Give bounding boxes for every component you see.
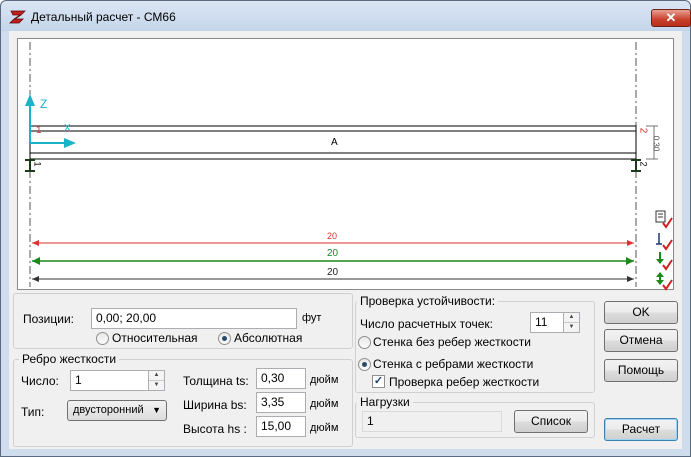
points-label: Число расчетных точек: <box>360 317 493 331</box>
positions-label: Позиции: <box>23 312 74 326</box>
spin-up-icon[interactable]: ▲ <box>564 313 579 323</box>
support-check-icon[interactable] <box>655 231 673 251</box>
check-ribs-checkbox[interactable]: ✓ <box>372 375 385 388</box>
close-button[interactable]: ✕ <box>651 9 691 27</box>
thickness-label: Толщина ts: <box>183 374 249 388</box>
loads-group-title: Нагрузки <box>357 395 413 409</box>
loads-list-button[interactable]: Список <box>514 410 588 433</box>
width-label: Ширина bs: <box>183 398 247 412</box>
beam-drawing-canvas: Z X 1 2 A 1 2 0.30 20 20 20 <box>17 38 674 291</box>
stability-group-title: Проверка устойчивости: <box>357 294 499 308</box>
ok-button[interactable]: OK <box>604 301 678 324</box>
cancel-button[interactable]: Отмена <box>604 329 678 352</box>
dimension-red-label: 20 <box>327 231 338 241</box>
node-right-label: 2 <box>638 161 649 167</box>
count-spinner[interactable]: ▲ ▼ <box>149 370 165 391</box>
absolute-radio-label[interactable]: Абсолютная <box>234 331 302 345</box>
relative-radio-label[interactable]: Относительная <box>112 331 198 345</box>
depth-label: 0.30 <box>651 135 661 152</box>
dropdown-arrow-icon: ▼ <box>152 405 161 415</box>
close-icon: ✕ <box>665 10 677 25</box>
dialog-body: Z X 1 2 A 1 2 0.30 20 20 20 Позиции: 0,0… <box>9 31 682 449</box>
loads-input: 1 <box>362 411 502 432</box>
points-spinner[interactable]: ▲ ▼ <box>564 312 580 333</box>
height-input[interactable]: 15,00 <box>256 416 306 437</box>
height-label: Высота hs : <box>183 422 247 436</box>
count-label: Число: <box>21 374 59 388</box>
help-button[interactable]: Помощь <box>604 359 678 382</box>
spin-down-icon[interactable]: ▼ <box>149 381 164 390</box>
axis-x-label: X <box>64 123 71 134</box>
no-ribs-radio[interactable] <box>358 336 371 349</box>
points-input[interactable]: 11 <box>530 312 564 333</box>
node-left-label: 1 <box>32 161 43 167</box>
check-ribs-label[interactable]: Проверка ребер жесткости <box>389 375 539 389</box>
beam-app-icon <box>9 10 26 24</box>
title-bar[interactable]: Детальный расчет - СМ66 ✕ <box>1 1 691 31</box>
dimension-black-label: 20 <box>327 267 339 278</box>
spin-down-icon[interactable]: ▼ <box>564 323 579 332</box>
beam-check-icon[interactable] <box>655 209 673 229</box>
with-ribs-radio[interactable] <box>358 358 371 371</box>
no-ribs-label[interactable]: Стенка без ребер жесткости <box>373 335 531 349</box>
calculate-button[interactable]: Расчет <box>604 418 678 441</box>
window-title: Детальный расчет - СМ66 <box>31 10 176 24</box>
spin-up-icon[interactable]: ▲ <box>149 371 164 381</box>
end-marker-right: 2 <box>637 127 649 134</box>
axis-z-label: Z <box>40 97 48 111</box>
type-select-value: двусторонний <box>73 404 144 416</box>
height-unit: дюйм <box>310 422 339 434</box>
beam-label: A <box>331 137 338 148</box>
type-label: Тип: <box>21 405 45 419</box>
type-select[interactable]: двусторонний ▼ <box>67 400 167 421</box>
dialog-window: Детальный расчет - СМ66 ✕ Z X 1 2 A 1 2 … <box>0 0 691 457</box>
end-marker-left: 1 <box>36 125 42 136</box>
load-check-icon[interactable] <box>655 251 673 271</box>
width-unit: дюйм <box>310 398 339 410</box>
stiffener-group-title: Ребро жесткости <box>19 352 120 366</box>
positions-input[interactable]: 0,00; 20,00 <box>91 308 297 329</box>
absolute-radio[interactable] <box>218 332 231 345</box>
count-input[interactable]: 1 <box>70 370 149 391</box>
relative-radio[interactable] <box>96 332 109 345</box>
stiffener-check-icon[interactable] <box>655 271 673 291</box>
positions-unit: фут <box>302 312 322 324</box>
dimension-green-label: 20 <box>327 248 339 259</box>
width-input[interactable]: 3,35 <box>256 392 306 413</box>
thickness-unit: дюйм <box>310 374 339 386</box>
thickness-input[interactable]: 0,30 <box>256 368 306 389</box>
beam-drawing <box>25 42 658 287</box>
with-ribs-label[interactable]: Стенка с ребрами жесткости <box>373 357 533 371</box>
